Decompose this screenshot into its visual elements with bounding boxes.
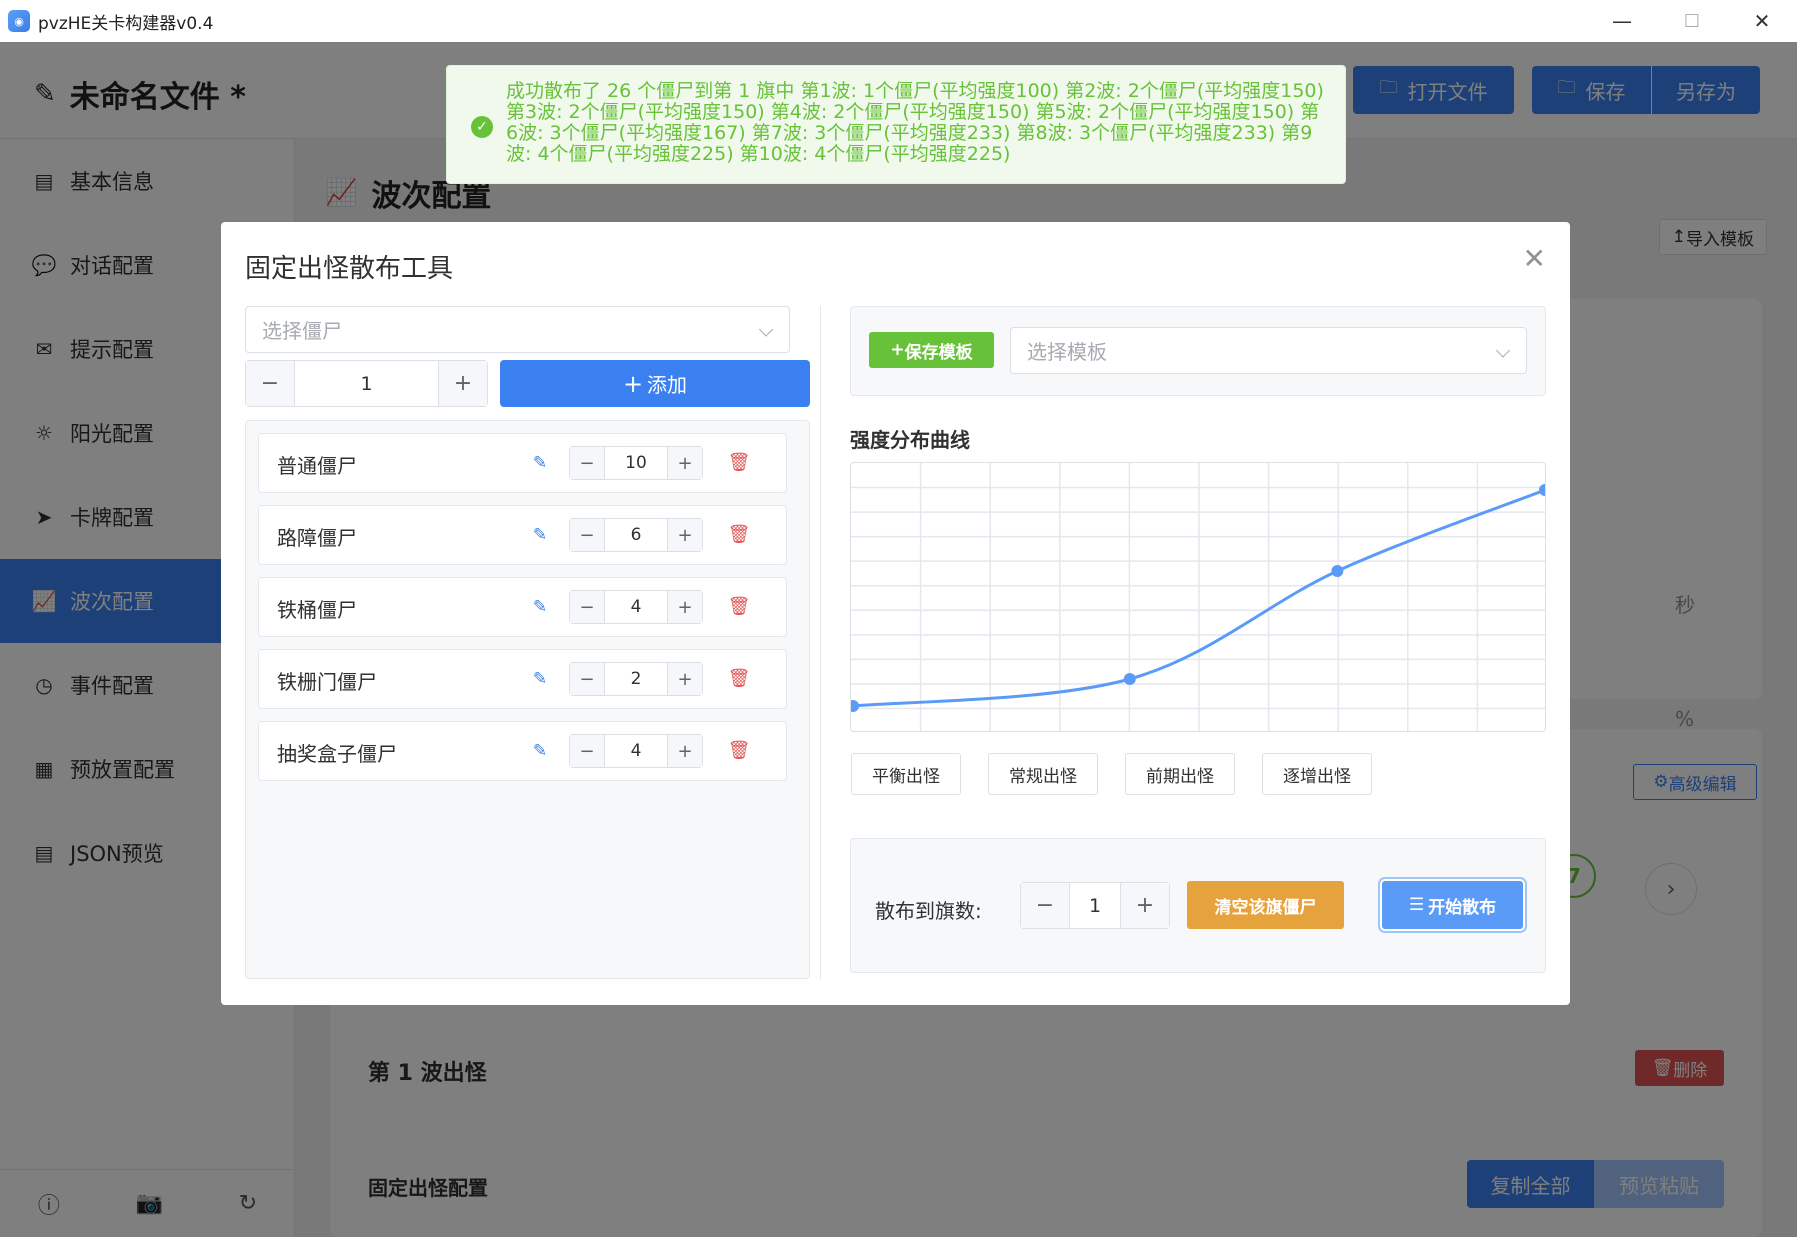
- edit-icon[interactable]: ✎: [529, 740, 551, 762]
- flag-count-value[interactable]: 1: [1069, 883, 1121, 928]
- clear-flag-button[interactable]: 清空该旗僵尸: [1187, 881, 1344, 929]
- flag-count-stepper[interactable]: − 1 +: [1020, 882, 1170, 929]
- plus-icon: +: [622, 369, 644, 398]
- decrement-button[interactable]: −: [570, 447, 604, 479]
- list-item: 抽奖盒子僵尸 ✎ − 4 + 🗑: [258, 721, 787, 781]
- save-template-label: 保存模板: [904, 342, 973, 363]
- edit-icon[interactable]: ✎: [529, 524, 551, 546]
- increment-button[interactable]: +: [668, 663, 702, 695]
- app-logo-icon: ◉: [8, 10, 30, 32]
- plus-icon: +: [890, 340, 905, 360]
- decrement-button[interactable]: −: [570, 591, 604, 623]
- trash-icon[interactable]: 🗑: [727, 666, 751, 690]
- trash-icon[interactable]: 🗑: [727, 450, 751, 474]
- preset-balanced-button[interactable]: 平衡出怪: [851, 753, 961, 795]
- decrement-button[interactable]: −: [246, 361, 294, 406]
- zombie-name: 铁栅门僵尸: [277, 670, 377, 694]
- zombie-count-value[interactable]: 4: [604, 591, 668, 623]
- increment-button[interactable]: +: [668, 735, 702, 767]
- curve-control-point[interactable]: [1539, 484, 1546, 496]
- zombie-list: 普通僵尸 ✎ − 10 + 🗑 路障僵尸 ✎ − 6 + 🗑 铁桶僵尸 ✎ −: [245, 420, 810, 979]
- trash-icon[interactable]: 🗑: [727, 522, 751, 546]
- curve-title: 强度分布曲线: [850, 428, 970, 452]
- template-select[interactable]: 选择模板: [1010, 327, 1527, 374]
- zombie-count-value[interactable]: 2: [604, 663, 668, 695]
- preset-increasing-button[interactable]: 逐增出怪: [1262, 753, 1372, 795]
- scatter-tool-dialog: 固定出怪散布工具 ✕ 选择僵尸 − 1 + + 添加 普通僵尸 ✎ − 10 +…: [221, 222, 1570, 1005]
- column-divider: [820, 306, 821, 979]
- check-circle-icon: ✓: [471, 116, 493, 138]
- increment-button[interactable]: +: [439, 361, 487, 406]
- increment-button[interactable]: +: [668, 519, 702, 551]
- decrement-button[interactable]: −: [570, 519, 604, 551]
- curve-control-point[interactable]: [1331, 565, 1344, 577]
- chevron-down-icon: [1495, 342, 1511, 358]
- dialog-title: 固定出怪散布工具: [245, 254, 454, 284]
- save-template-button[interactable]: + 保存模板: [869, 332, 994, 368]
- list-item: 普通僵尸 ✎ − 10 + 🗑: [258, 433, 787, 493]
- template-bar: + 保存模板 选择模板: [850, 306, 1546, 396]
- increment-button[interactable]: +: [668, 591, 702, 623]
- list-item: 铁栅门僵尸 ✎ − 2 + 🗑: [258, 649, 787, 709]
- start-scatter-button[interactable]: ☰ 开始散布: [1382, 881, 1523, 929]
- chevron-down-icon: [758, 321, 774, 337]
- list-item: 铁桶僵尸 ✎ − 4 + 🗑: [258, 577, 787, 637]
- preset-regular-button[interactable]: 常规出怪: [988, 753, 1098, 795]
- close-window-button[interactable]: ✕: [1727, 0, 1797, 42]
- sliders-icon: ☰: [1408, 895, 1425, 915]
- distribute-panel: 散布到旗数: − 1 + 清空该旗僵尸 ☰ 开始散布: [850, 838, 1546, 973]
- template-select-placeholder: 选择模板: [1027, 340, 1107, 364]
- title-bar: ◉ pvzHE关卡构建器v0.4 — ☐ ✕: [0, 0, 1797, 42]
- list-item: 路障僵尸 ✎ − 6 + 🗑: [258, 505, 787, 565]
- intensity-chart[interactable]: [850, 462, 1546, 732]
- trash-icon[interactable]: 🗑: [727, 738, 751, 762]
- zombie-name: 路障僵尸: [277, 526, 357, 550]
- intensity-curve-svg[interactable]: [851, 463, 1546, 732]
- zombie-count-value[interactable]: 10: [604, 447, 668, 479]
- increment-button[interactable]: +: [1121, 883, 1169, 928]
- curve-control-point[interactable]: [851, 700, 859, 712]
- decrement-button[interactable]: −: [570, 663, 604, 695]
- zombie-name: 铁桶僵尸: [277, 598, 357, 622]
- edit-icon[interactable]: ✎: [529, 668, 551, 690]
- decrement-button[interactable]: −: [1021, 883, 1069, 928]
- zombie-count-stepper[interactable]: − 6 +: [569, 518, 703, 552]
- zombie-select[interactable]: 选择僵尸: [245, 306, 790, 353]
- zombie-count-stepper[interactable]: − 4 +: [569, 734, 703, 768]
- decrement-button[interactable]: −: [570, 735, 604, 767]
- maximize-button[interactable]: ☐: [1657, 0, 1727, 42]
- edit-icon[interactable]: ✎: [529, 452, 551, 474]
- zombie-count-value[interactable]: 4: [604, 735, 668, 767]
- curve-control-point[interactable]: [1123, 673, 1136, 685]
- start-scatter-label: 开始散布: [1428, 897, 1497, 918]
- zombie-name: 普通僵尸: [277, 454, 357, 478]
- success-toast: ✓ 成功散布了 26 个僵尸到第 1 旗中 第1波: 1个僵尸(平均强度100)…: [446, 65, 1346, 184]
- toast-message: 成功散布了 26 个僵尸到第 1 旗中 第1波: 1个僵尸(平均强度100) 第…: [506, 80, 1324, 165]
- increment-button[interactable]: +: [668, 447, 702, 479]
- trash-icon[interactable]: 🗑: [727, 594, 751, 618]
- zombie-count-stepper[interactable]: − 4 +: [569, 590, 703, 624]
- add-count-value[interactable]: 1: [294, 361, 439, 406]
- preset-early-button[interactable]: 前期出怪: [1125, 753, 1235, 795]
- window-title: pvzHE关卡构建器v0.4: [38, 13, 214, 34]
- add-button-label: 添加: [647, 373, 688, 397]
- zombie-name: 抽奖盒子僵尸: [277, 742, 397, 766]
- distribute-label: 散布到旗数:: [875, 899, 982, 923]
- minimize-button[interactable]: —: [1587, 0, 1657, 42]
- add-count-stepper[interactable]: − 1 +: [245, 360, 488, 407]
- zombie-count-value[interactable]: 6: [604, 519, 668, 551]
- edit-icon[interactable]: ✎: [529, 596, 551, 618]
- zombie-count-stepper[interactable]: − 10 +: [569, 446, 703, 480]
- close-icon[interactable]: ✕: [1523, 242, 1546, 275]
- zombie-select-placeholder: 选择僵尸: [262, 319, 342, 343]
- add-zombie-button[interactable]: + 添加: [500, 360, 810, 407]
- zombie-count-stepper[interactable]: − 2 +: [569, 662, 703, 696]
